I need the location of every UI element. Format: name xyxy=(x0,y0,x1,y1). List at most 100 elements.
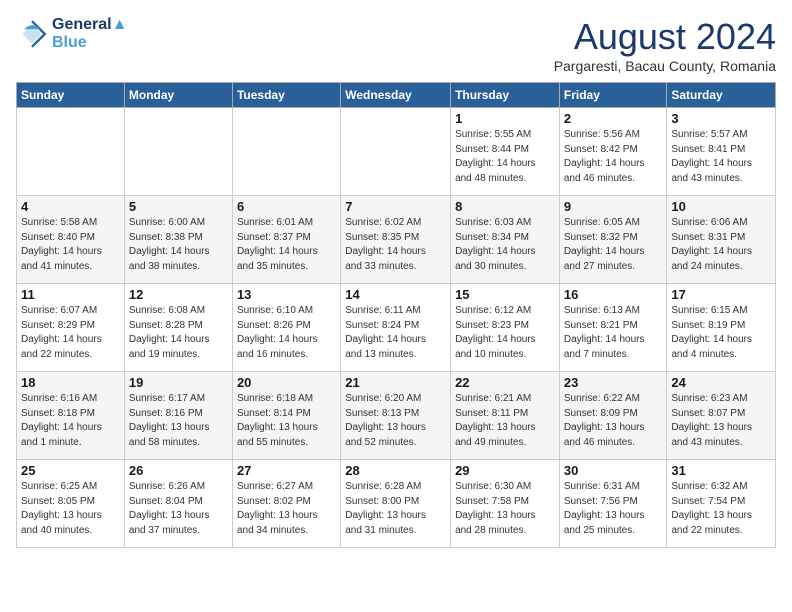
day-number: 22 xyxy=(455,375,555,390)
day-info: Sunrise: 6:15 AM Sunset: 8:19 PM Dayligh… xyxy=(671,304,771,362)
calendar-cell: 14 Sunrise: 6:11 AM Sunset: 8:24 PM Dayli… xyxy=(341,284,451,372)
day-info: Sunrise: 6:11 AM Sunset: 8:24 PM Dayligh… xyxy=(345,304,446,362)
weekday-header-thursday: Thursday xyxy=(451,83,560,108)
month-title: August 2024 xyxy=(554,16,776,58)
day-info: Sunrise: 6:31 AM Sunset: 7:56 PM Dayligh… xyxy=(564,480,663,538)
week-row-3: 11 Sunrise: 6:07 AM Sunset: 8:29 PM Dayli… xyxy=(17,284,776,372)
day-number: 27 xyxy=(237,463,336,478)
calendar-cell: 4 Sunrise: 5:58 AM Sunset: 8:40 PM Daylig… xyxy=(17,196,125,284)
calendar-cell: 7 Sunrise: 6:02 AM Sunset: 8:35 PM Daylig… xyxy=(341,196,451,284)
day-number: 24 xyxy=(671,375,771,390)
day-number: 9 xyxy=(564,199,663,214)
day-number: 13 xyxy=(237,287,336,302)
day-info: Sunrise: 6:25 AM Sunset: 8:05 PM Dayligh… xyxy=(21,480,120,538)
day-number: 31 xyxy=(671,463,771,478)
day-info: Sunrise: 6:05 AM Sunset: 8:32 PM Dayligh… xyxy=(564,216,663,274)
day-number: 2 xyxy=(564,111,663,126)
day-number: 11 xyxy=(21,287,120,302)
weekday-header-wednesday: Wednesday xyxy=(341,83,451,108)
day-info: Sunrise: 6:07 AM Sunset: 8:29 PM Dayligh… xyxy=(21,304,120,362)
calendar-cell: 5 Sunrise: 6:00 AM Sunset: 8:38 PM Daylig… xyxy=(124,196,232,284)
calendar-cell: 17 Sunrise: 6:15 AM Sunset: 8:19 PM Dayli… xyxy=(667,284,776,372)
calendar-cell: 23 Sunrise: 6:22 AM Sunset: 8:09 PM Dayli… xyxy=(559,372,667,460)
day-info: Sunrise: 6:16 AM Sunset: 8:18 PM Dayligh… xyxy=(21,392,120,450)
day-info: Sunrise: 6:21 AM Sunset: 8:11 PM Dayligh… xyxy=(455,392,555,450)
calendar-cell: 18 Sunrise: 6:16 AM Sunset: 8:18 PM Dayli… xyxy=(17,372,125,460)
calendar-cell: 31 Sunrise: 6:32 AM Sunset: 7:54 PM Dayli… xyxy=(667,460,776,548)
calendar-cell: 28 Sunrise: 6:28 AM Sunset: 8:00 PM Dayli… xyxy=(341,460,451,548)
day-info: Sunrise: 6:27 AM Sunset: 8:02 PM Dayligh… xyxy=(237,480,336,538)
day-info: Sunrise: 5:58 AM Sunset: 8:40 PM Dayligh… xyxy=(21,216,120,274)
day-info: Sunrise: 6:18 AM Sunset: 8:14 PM Dayligh… xyxy=(237,392,336,450)
day-info: Sunrise: 6:03 AM Sunset: 8:34 PM Dayligh… xyxy=(455,216,555,274)
day-number: 21 xyxy=(345,375,446,390)
calendar-cell: 11 Sunrise: 6:07 AM Sunset: 8:29 PM Dayli… xyxy=(17,284,125,372)
day-info: Sunrise: 6:12 AM Sunset: 8:23 PM Dayligh… xyxy=(455,304,555,362)
day-number: 3 xyxy=(671,111,771,126)
day-number: 20 xyxy=(237,375,336,390)
day-info: Sunrise: 6:06 AM Sunset: 8:31 PM Dayligh… xyxy=(671,216,771,274)
day-number: 8 xyxy=(455,199,555,214)
day-info: Sunrise: 6:26 AM Sunset: 8:04 PM Dayligh… xyxy=(129,480,228,538)
calendar-cell: 2Sunrise: 5:56 AM Sunset: 8:42 PM Daylig… xyxy=(559,108,667,196)
day-info: Sunrise: 6:30 AM Sunset: 7:58 PM Dayligh… xyxy=(455,480,555,538)
day-number: 15 xyxy=(455,287,555,302)
calendar-cell: 27 Sunrise: 6:27 AM Sunset: 8:02 PM Dayli… xyxy=(232,460,340,548)
calendar-cell: 29 Sunrise: 6:30 AM Sunset: 7:58 PM Dayli… xyxy=(451,460,560,548)
calendar-cell xyxy=(341,108,451,196)
calendar-cell: 30 Sunrise: 6:31 AM Sunset: 7:56 PM Dayli… xyxy=(559,460,667,548)
calendar-cell: 6Sunrise: 6:01 AM Sunset: 8:37 PM Daylig… xyxy=(232,196,340,284)
calendar-cell: 9 Sunrise: 6:05 AM Sunset: 8:32 PM Daylig… xyxy=(559,196,667,284)
location: Pargaresti, Bacau County, Romania xyxy=(554,58,776,74)
day-number: 5 xyxy=(129,199,228,214)
day-number: 28 xyxy=(345,463,446,478)
day-number: 25 xyxy=(21,463,120,478)
calendar-cell: 19Sunrise: 6:17 AM Sunset: 8:16 PM Dayli… xyxy=(124,372,232,460)
logo: General▲ Blue xyxy=(16,16,127,52)
day-number: 16 xyxy=(564,287,663,302)
day-number: 23 xyxy=(564,375,663,390)
day-number: 29 xyxy=(455,463,555,478)
calendar-cell: 24 Sunrise: 6:23 AM Sunset: 8:07 PM Dayli… xyxy=(667,372,776,460)
week-row-4: 18 Sunrise: 6:16 AM Sunset: 8:18 PM Dayli… xyxy=(17,372,776,460)
week-row-2: 4 Sunrise: 5:58 AM Sunset: 8:40 PM Daylig… xyxy=(17,196,776,284)
weekday-header-tuesday: Tuesday xyxy=(232,83,340,108)
day-info: Sunrise: 6:02 AM Sunset: 8:35 PM Dayligh… xyxy=(345,216,446,274)
weekday-header-monday: Monday xyxy=(124,83,232,108)
day-number: 7 xyxy=(345,199,446,214)
calendar-cell: 26 Sunrise: 6:26 AM Sunset: 8:04 PM Dayli… xyxy=(124,460,232,548)
day-number: 1 xyxy=(455,111,555,126)
calendar-cell xyxy=(17,108,125,196)
logo-text: General▲ Blue xyxy=(52,16,127,52)
weekday-header-sunday: Sunday xyxy=(17,83,125,108)
day-number: 30 xyxy=(564,463,663,478)
day-info: Sunrise: 6:00 AM Sunset: 8:38 PM Dayligh… xyxy=(129,216,228,274)
day-number: 14 xyxy=(345,287,446,302)
calendar-cell: 3Sunrise: 5:57 AM Sunset: 8:41 PM Daylig… xyxy=(667,108,776,196)
day-number: 4 xyxy=(21,199,120,214)
day-number: 26 xyxy=(129,463,228,478)
day-info: Sunrise: 6:10 AM Sunset: 8:26 PM Dayligh… xyxy=(237,304,336,362)
day-info: Sunrise: 6:32 AM Sunset: 7:54 PM Dayligh… xyxy=(671,480,771,538)
calendar-cell: 15 Sunrise: 6:12 AM Sunset: 8:23 PM Dayli… xyxy=(451,284,560,372)
day-info: Sunrise: 6:23 AM Sunset: 8:07 PM Dayligh… xyxy=(671,392,771,450)
day-number: 17 xyxy=(671,287,771,302)
calendar-cell: 25 Sunrise: 6:25 AM Sunset: 8:05 PM Dayli… xyxy=(17,460,125,548)
calendar-cell: 12 Sunrise: 6:08 AM Sunset: 8:28 PM Dayli… xyxy=(124,284,232,372)
day-number: 12 xyxy=(129,287,228,302)
day-number: 18 xyxy=(21,375,120,390)
calendar-cell: 1Sunrise: 5:55 AM Sunset: 8:44 PM Daylig… xyxy=(451,108,560,196)
day-info: Sunrise: 6:20 AM Sunset: 8:13 PM Dayligh… xyxy=(345,392,446,450)
day-number: 19 xyxy=(129,375,228,390)
weekday-header-saturday: Saturday xyxy=(667,83,776,108)
weekday-header-row: SundayMondayTuesdayWednesdayThursdayFrid… xyxy=(17,83,776,108)
day-info: Sunrise: 6:08 AM Sunset: 8:28 PM Dayligh… xyxy=(129,304,228,362)
day-info: Sunrise: 6:01 AM Sunset: 8:37 PM Dayligh… xyxy=(237,216,336,274)
day-info: Sunrise: 6:22 AM Sunset: 8:09 PM Dayligh… xyxy=(564,392,663,450)
week-row-1: 1Sunrise: 5:55 AM Sunset: 8:44 PM Daylig… xyxy=(17,108,776,196)
calendar-table: SundayMondayTuesdayWednesdayThursdayFrid… xyxy=(16,82,776,548)
calendar-cell: 10Sunrise: 6:06 AM Sunset: 8:31 PM Dayli… xyxy=(667,196,776,284)
day-info: Sunrise: 6:28 AM Sunset: 8:00 PM Dayligh… xyxy=(345,480,446,538)
calendar-cell: 21 Sunrise: 6:20 AM Sunset: 8:13 PM Dayli… xyxy=(341,372,451,460)
week-row-5: 25 Sunrise: 6:25 AM Sunset: 8:05 PM Dayli… xyxy=(17,460,776,548)
